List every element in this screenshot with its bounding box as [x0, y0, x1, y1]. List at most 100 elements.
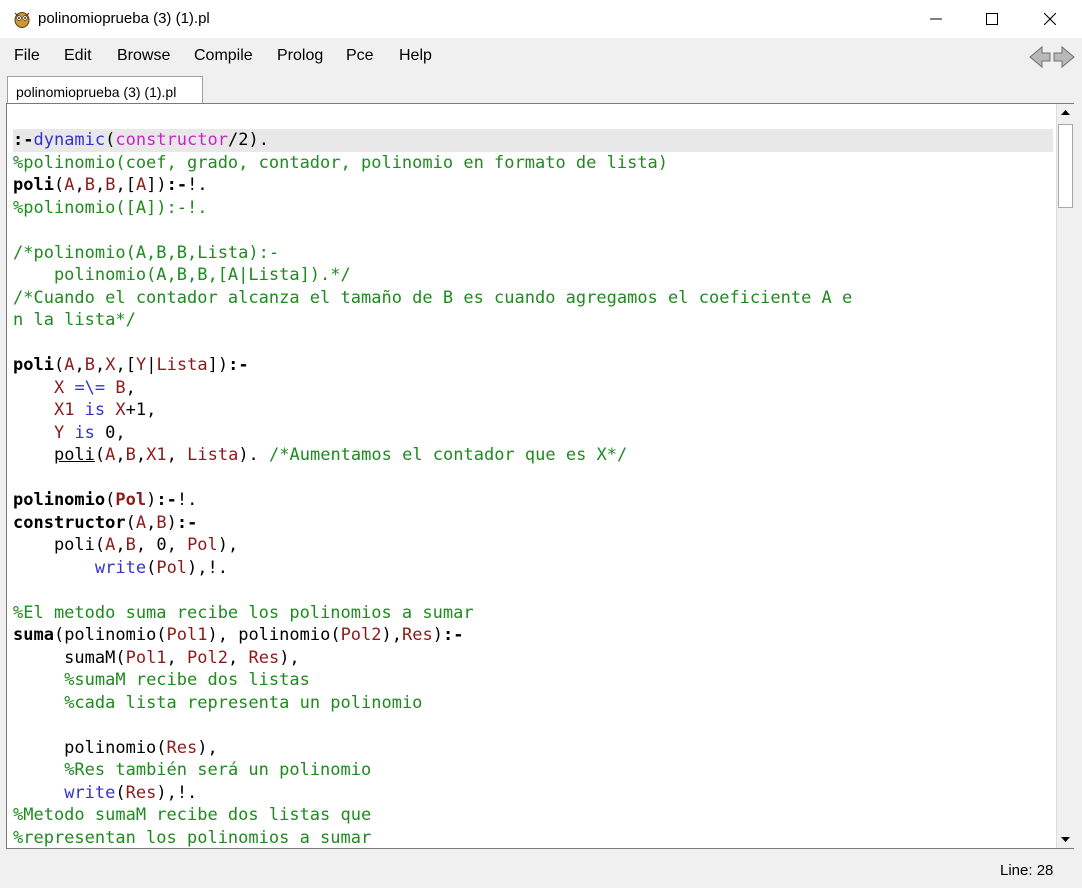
menu-file[interactable]: File: [14, 47, 40, 65]
code-token: X1: [53, 400, 75, 420]
code-token: ]): [146, 175, 167, 195]
back-arrow-icon[interactable]: [1029, 45, 1051, 69]
code-line[interactable]: sumaM(Pol1, Pol2, Res),: [13, 647, 1053, 670]
code-token: A: [135, 512, 147, 533]
code-token: ,: [135, 445, 147, 465]
code-line[interactable]: /*polinomio(A,B,B,Lista):-: [13, 242, 1053, 265]
code-token: X1: [146, 445, 167, 465]
code-token: ), polinomio(: [207, 625, 341, 645]
code-line[interactable]: %representan los polinomios a sumar: [13, 827, 1053, 849]
code-token: Res: [166, 737, 198, 758]
menu-pce[interactable]: Pce: [346, 47, 374, 65]
code-line[interactable]: [13, 332, 1053, 355]
code-line[interactable]: polinomio(Pol):-!.: [13, 489, 1053, 512]
code-token: B: [156, 512, 167, 533]
menu-browse[interactable]: Browse: [117, 47, 170, 65]
scroll-up-button[interactable]: [1057, 104, 1074, 121]
code-line[interactable]: constructor(A,B):-: [13, 512, 1053, 535]
code-token: ]): [207, 355, 229, 375]
code-line[interactable]: %El metodo suma recibe los polinomios a …: [13, 602, 1053, 625]
code-token: Pol2: [187, 647, 228, 668]
code-token: Res: [402, 625, 433, 645]
code-token: constructor: [115, 130, 228, 150]
scrollbar-thumb[interactable]: [1058, 124, 1073, 208]
code-line[interactable]: %sumaM recibe dos listas: [13, 669, 1053, 692]
code-line[interactable]: [13, 219, 1053, 242]
code-token: ),!.: [156, 782, 198, 803]
code-line[interactable]: [13, 714, 1053, 737]
code-line[interactable]: %polinomio(coef, grado, contador, polino…: [13, 152, 1053, 175]
code-editor[interactable]: :-dynamic(constructor/2). %polinomio(coef…: [6, 103, 1074, 849]
code-token: ,: [74, 175, 85, 195]
code-token: A: [105, 445, 116, 465]
code-token: Pol: [187, 535, 218, 555]
code-token: ),: [279, 647, 300, 668]
maximize-button[interactable]: [969, 0, 1015, 38]
code-line[interactable]: write(Pol),!.: [13, 557, 1053, 580]
code-token: ,: [227, 647, 249, 668]
code-token: ),: [217, 535, 239, 555]
code-token: X: [53, 377, 65, 398]
code-token: suma: [13, 625, 54, 645]
code-line[interactable]: n la lista*/: [13, 309, 1053, 332]
vertical-scrollbar[interactable]: [1056, 104, 1074, 848]
tab-file[interactable]: polinomioprueba (3) (1).pl: [7, 76, 203, 104]
code-token: :-: [442, 625, 464, 645]
code-token: ,: [74, 355, 85, 375]
code-token: B: [125, 535, 136, 555]
minimize-icon: [930, 18, 942, 20]
code-line[interactable]: polinomio(Res),: [13, 737, 1053, 760]
code-line[interactable]: /*Cuando el contador alcanza el tamaño d…: [13, 287, 1053, 310]
code-line[interactable]: X =\= B,: [13, 377, 1053, 400]
code-line[interactable]: %cada lista representa un polinomio: [13, 692, 1053, 715]
code-area[interactable]: :-dynamic(constructor/2). %polinomio(coef…: [13, 129, 1053, 849]
code-token: polinomio(: [13, 737, 167, 758]
line-indicator: Line: 28: [1000, 862, 1054, 879]
code-token: constructor: [13, 512, 126, 533]
code-line[interactable]: suma(polinomio(Pol1), polinomio(Pol2),Re…: [13, 624, 1053, 647]
code-token: A: [105, 535, 116, 555]
minimize-button[interactable]: [913, 0, 959, 38]
code-line[interactable]: [13, 579, 1053, 602]
code-line[interactable]: poli(A,B, 0, Pol),: [13, 534, 1053, 557]
code-token: Pol1: [125, 647, 167, 668]
tab-strip: polinomioprueba (3) (1).pl: [0, 74, 1082, 104]
code-line[interactable]: :-dynamic(constructor/2).: [13, 129, 1053, 152]
code-token: (: [105, 490, 116, 510]
tab-label: polinomioprueba (3) (1).pl: [16, 84, 177, 100]
code-line[interactable]: Y is 0,: [13, 422, 1053, 445]
code-token: ,[: [115, 355, 136, 375]
code-token: ,: [94, 355, 106, 375]
code-token: (: [94, 445, 106, 465]
code-line[interactable]: poli(A,B,B,[A]):-!.: [13, 174, 1053, 197]
menu-edit[interactable]: Edit: [64, 47, 92, 65]
code-token: :-: [166, 175, 188, 195]
code-line[interactable]: [13, 467, 1053, 490]
code-line[interactable]: %Res también será un polinomio: [13, 759, 1053, 782]
code-token: Y: [135, 355, 147, 375]
code-line[interactable]: X1 is X+1,: [13, 399, 1053, 422]
code-token: |: [146, 355, 157, 375]
code-line[interactable]: %Metodo sumaM recibe dos listas que: [13, 804, 1053, 827]
code-line[interactable]: polinomio(A,B,B,[A|Lista]).*/: [13, 264, 1053, 287]
code-line[interactable]: poli(A,B,X1, Lista). /*Aumentamos el con…: [13, 444, 1053, 467]
code-token: n la lista*/: [13, 310, 136, 330]
code-line[interactable]: %polinomio([A]):-!.: [13, 197, 1053, 220]
forward-arrow-icon[interactable]: [1053, 45, 1075, 69]
code-line[interactable]: write(Res),!.: [13, 782, 1053, 805]
menu-compile[interactable]: Compile: [194, 47, 253, 65]
code-token: %Res también será un polinomio: [64, 760, 372, 780]
menu-prolog[interactable]: Prolog: [277, 47, 323, 65]
code-token: is: [64, 422, 106, 443]
close-button[interactable]: [1027, 0, 1073, 38]
code-token: ): [146, 490, 157, 510]
code-token: %Metodo sumaM recibe dos listas que: [13, 805, 372, 825]
menu-help[interactable]: Help: [399, 47, 432, 65]
history-nav: [1028, 44, 1076, 70]
code-line[interactable]: poli(A,B,X,[Y|Lista]):-: [13, 354, 1053, 377]
code-token: poli: [53, 445, 95, 465]
code-token: 0,: [105, 422, 126, 443]
scroll-down-button[interactable]: [1057, 831, 1074, 848]
code-token: %sumaM recibe dos listas: [64, 670, 310, 690]
